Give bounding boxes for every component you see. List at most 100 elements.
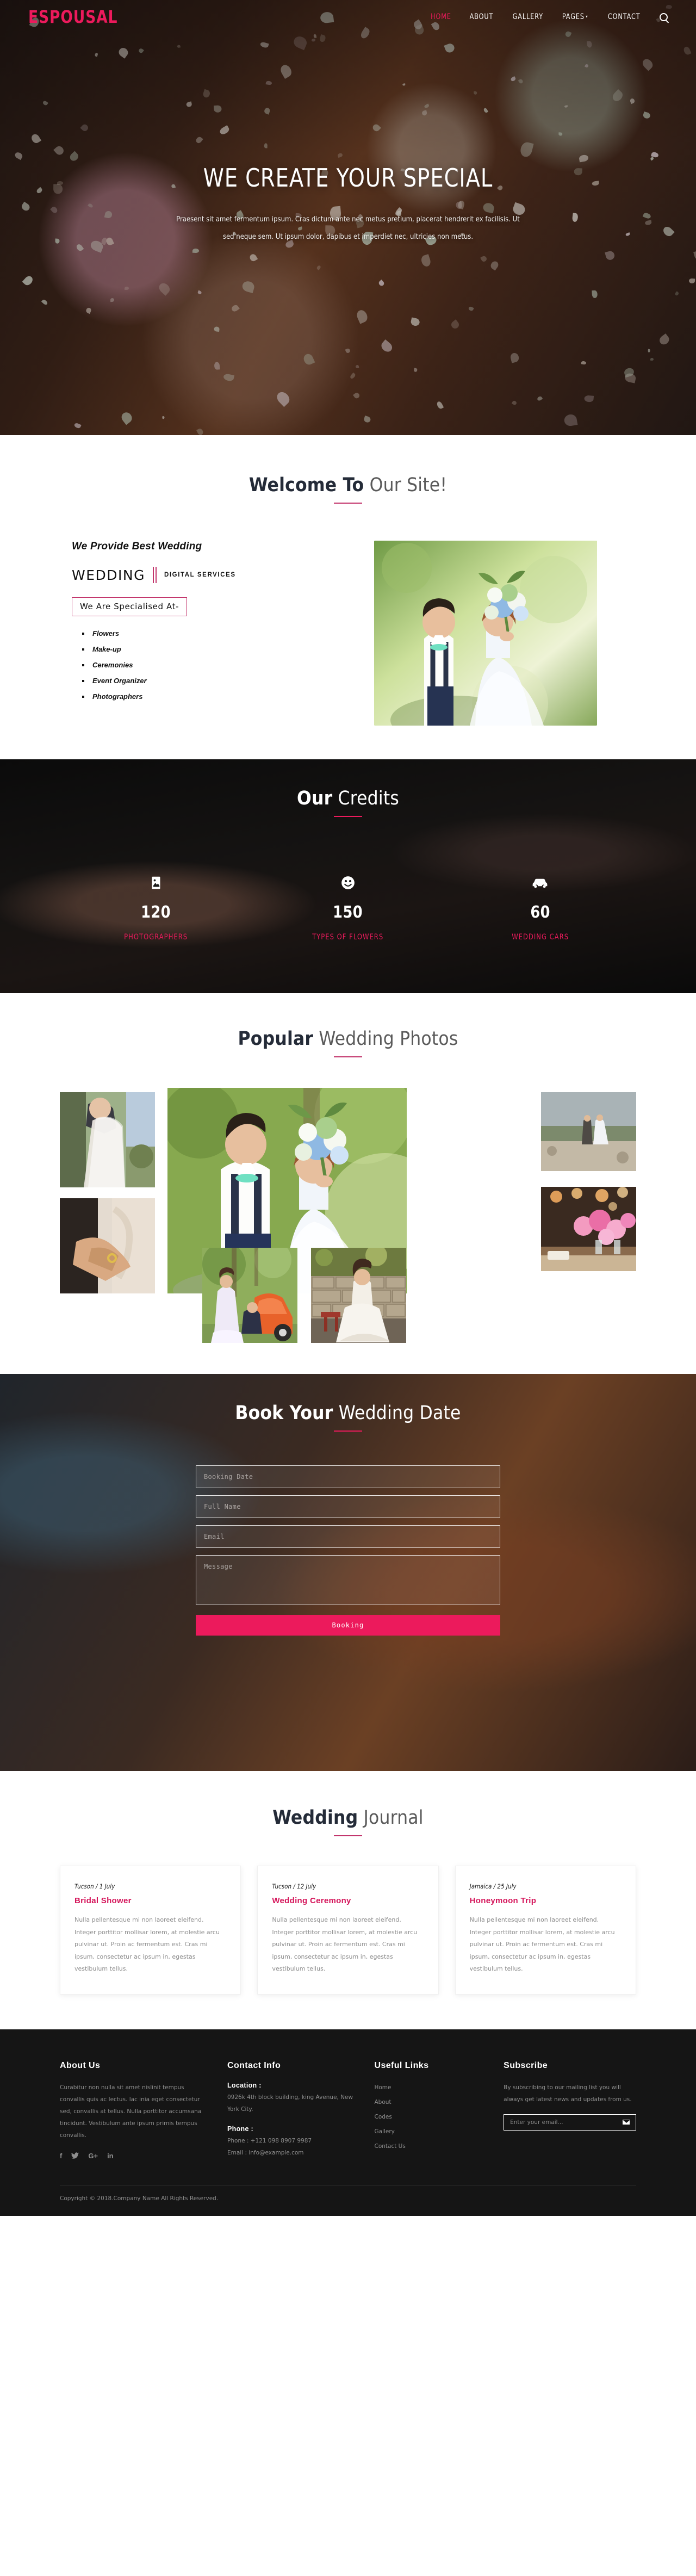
credits-heading-light: Credits [332,788,399,809]
footer-phone-label: Phone : [227,2125,355,2133]
booking-heading-bold: Book Your [235,1402,333,1424]
gallery-item-bride-veil[interactable] [60,1092,155,1187]
journal-card-text: Nulla pellentesque mi non laoreet eleife… [74,1914,226,1976]
search-icon[interactable] [660,13,668,21]
welcome-brand-line: WEDDING DIGITAL SERVICES [72,567,343,583]
footer-subscribe-text: By subscribing to our mailing list you w… [504,2082,636,2106]
stat-value: 150 [257,903,439,922]
journal-card-text: Nulla pellentesque mi non laoreet eleife… [470,1914,622,1976]
message-textarea[interactable] [196,1555,500,1605]
gallery-grid [60,1088,636,1343]
facebook-icon[interactable]: f [60,2152,62,2159]
journal-card-bridal-shower[interactable]: Tucson / 1 July Bridal Shower Nulla pell… [60,1866,241,1995]
stat-value: 60 [449,903,631,922]
welcome-photo [374,541,597,726]
subscribe-email-input[interactable] [510,2119,623,2126]
footer-location-label: Location : [227,2082,355,2089]
nav-item-pages[interactable]: PAGES ▾ [562,13,588,21]
stat-value: 120 [65,903,247,922]
footer-link-home[interactable]: Home [374,2082,391,2094]
journal-card-honeymoon-trip[interactable]: Jamaica / 25 July Honeymoon Trip Nulla p… [455,1866,636,1995]
booking-date-input[interactable] [196,1465,500,1488]
nav-item-pages-label: PAGES [562,13,585,21]
hero-content: WE CREATE YOUR SPECIAL Praesent sit amet… [0,0,696,246]
ring-exchange-hands-image [60,1198,155,1293]
twitter-icon[interactable] [71,2152,79,2160]
couple-lakeside-image [541,1092,636,1171]
subscribe-form [504,2114,636,2131]
hero-subtitle: Praesent sit amet fermentum ipsum. Cras … [174,211,522,246]
specialised-label: We Are Specialised At- [80,602,179,611]
stat-photographers: 120 PHOTOGRAPHERS [60,871,252,942]
bride-stone-wall-image [311,1248,406,1343]
nav-item-about[interactable]: ABOUT [469,13,493,21]
journal-cards: Tucson / 1 July Bridal Shower Nulla pell… [60,1866,636,1995]
gallery-heading-light: Wedding Photos [313,1028,458,1050]
footer-contact-title: Contact Info [227,2061,355,2071]
journal-section: Wedding Journal Tucson / 1 July Bridal S… [0,1771,696,2029]
chevron-down-icon: ▾ [586,14,588,19]
booking-section: Book Your Wedding Date Booking [0,1374,696,1771]
nav-item-gallery[interactable]: GALLERY [512,13,543,21]
credits-heading-bold: Our [297,788,332,809]
stats-row: 120 PHOTOGRAPHERS 150 TYPES OF FLOWERS 6… [60,871,636,942]
main-nav: HOME ABOUT GALLERY PAGES ▾ CONTACT [429,13,668,21]
nav-item-home[interactable]: HOME [431,13,451,21]
footer-subscribe-column: Subscribe By subscribing to our mailing … [504,2061,636,2169]
footer-link-about[interactable]: About [374,2096,391,2108]
stat-cars: 60 WEDDING CARS [444,871,636,942]
pink-flower-table-setting-image [541,1187,636,1271]
journal-heading: Wedding Journal [0,1807,696,1836]
footer-link-contact-us[interactable]: Contact Us [374,2140,405,2152]
booking-submit-button[interactable]: Booking [196,1615,500,1636]
gallery-heading-bold: Popular [238,1028,313,1050]
linkedin-icon[interactable]: in [107,2152,114,2159]
specialised-badge: We Are Specialised At- [72,597,187,616]
heading-rule [334,816,362,817]
smiley-icon [252,871,444,894]
specialities-list: Flowers Make-up Ceremonies Event Organiz… [90,629,343,701]
footer-subscribe-title: Subscribe [504,2061,636,2071]
footer-link-gallery[interactable]: Gallery [374,2126,394,2138]
footer-links-column: Useful Links Home About Codes Gallery Co… [374,2061,484,2169]
credits-heading: Our Credits [0,788,696,817]
welcome-text-column: We Provide Best Wedding WEDDING DIGITAL … [60,541,343,708]
footer-about-column: About Us Curabitur non nulla sit amet ni… [60,2061,208,2169]
list-item: Ceremonies [90,661,343,669]
hero-section: ESPOUSAL HOME ABOUT GALLERY PAGES ▾ CONTA… [0,0,696,435]
stat-label: PHOTOGRAPHERS [67,933,244,942]
gallery-item-flower-table[interactable] [541,1187,636,1271]
booking-heading: Book Your Wedding Date [0,1402,696,1432]
copyright-text: Copyright © 2018.Company Name All Rights… [60,2185,636,2216]
booking-form: Booking [196,1465,500,1636]
list-item: Flowers [90,629,343,637]
bride-veil-embrace-image [60,1092,155,1187]
footer-about-title: About Us [60,2061,208,2071]
booking-heading-light: Wedding Date [333,1402,461,1424]
car-icon [444,871,636,894]
email-input[interactable] [196,1525,500,1548]
gallery-item-orange-car[interactable] [202,1248,297,1343]
gallery-item-lakeside[interactable] [541,1092,636,1171]
heading-rule [334,1835,362,1836]
welcome-heading-bold: Welcome To [249,474,364,496]
gallery-item-rings[interactable] [60,1198,155,1293]
footer-columns: About Us Curabitur non nulla sit amet ni… [60,2061,636,2169]
gallery-item-bride-stone-wall[interactable] [311,1248,406,1343]
nav-item-contact[interactable]: CONTACT [607,13,640,21]
full-name-input[interactable] [196,1495,500,1518]
welcome-section: Welcome To Our Site! We Provide Best Wed… [0,435,696,759]
site-logo[interactable]: ESPOUSAL [28,7,117,27]
google-plus-icon[interactable]: G+ [88,2152,98,2159]
journal-card-title: Bridal Shower [74,1896,226,1905]
list-item: Event Organizer [90,677,343,685]
footer-link-codes[interactable]: Codes [374,2111,391,2123]
gallery-section: Popular Wedding Photos [0,993,696,1374]
journal-card-wedding-ceremony[interactable]: Tucson / 12 July Wedding Ceremony Nulla … [257,1866,438,1995]
top-navigation-bar: ESPOUSAL HOME ABOUT GALLERY PAGES ▾ CONTA… [0,0,696,34]
footer-location-block: Location : 0926k 4th block building, kin… [227,2082,355,2115]
envelope-icon[interactable] [623,2120,630,2125]
footer-phone-value: Phone : +121 098 8907 9987 [227,2135,355,2147]
bride-groom-orange-car-image [202,1248,297,1343]
journal-card-meta: Tucson / 12 July [272,1883,424,1890]
